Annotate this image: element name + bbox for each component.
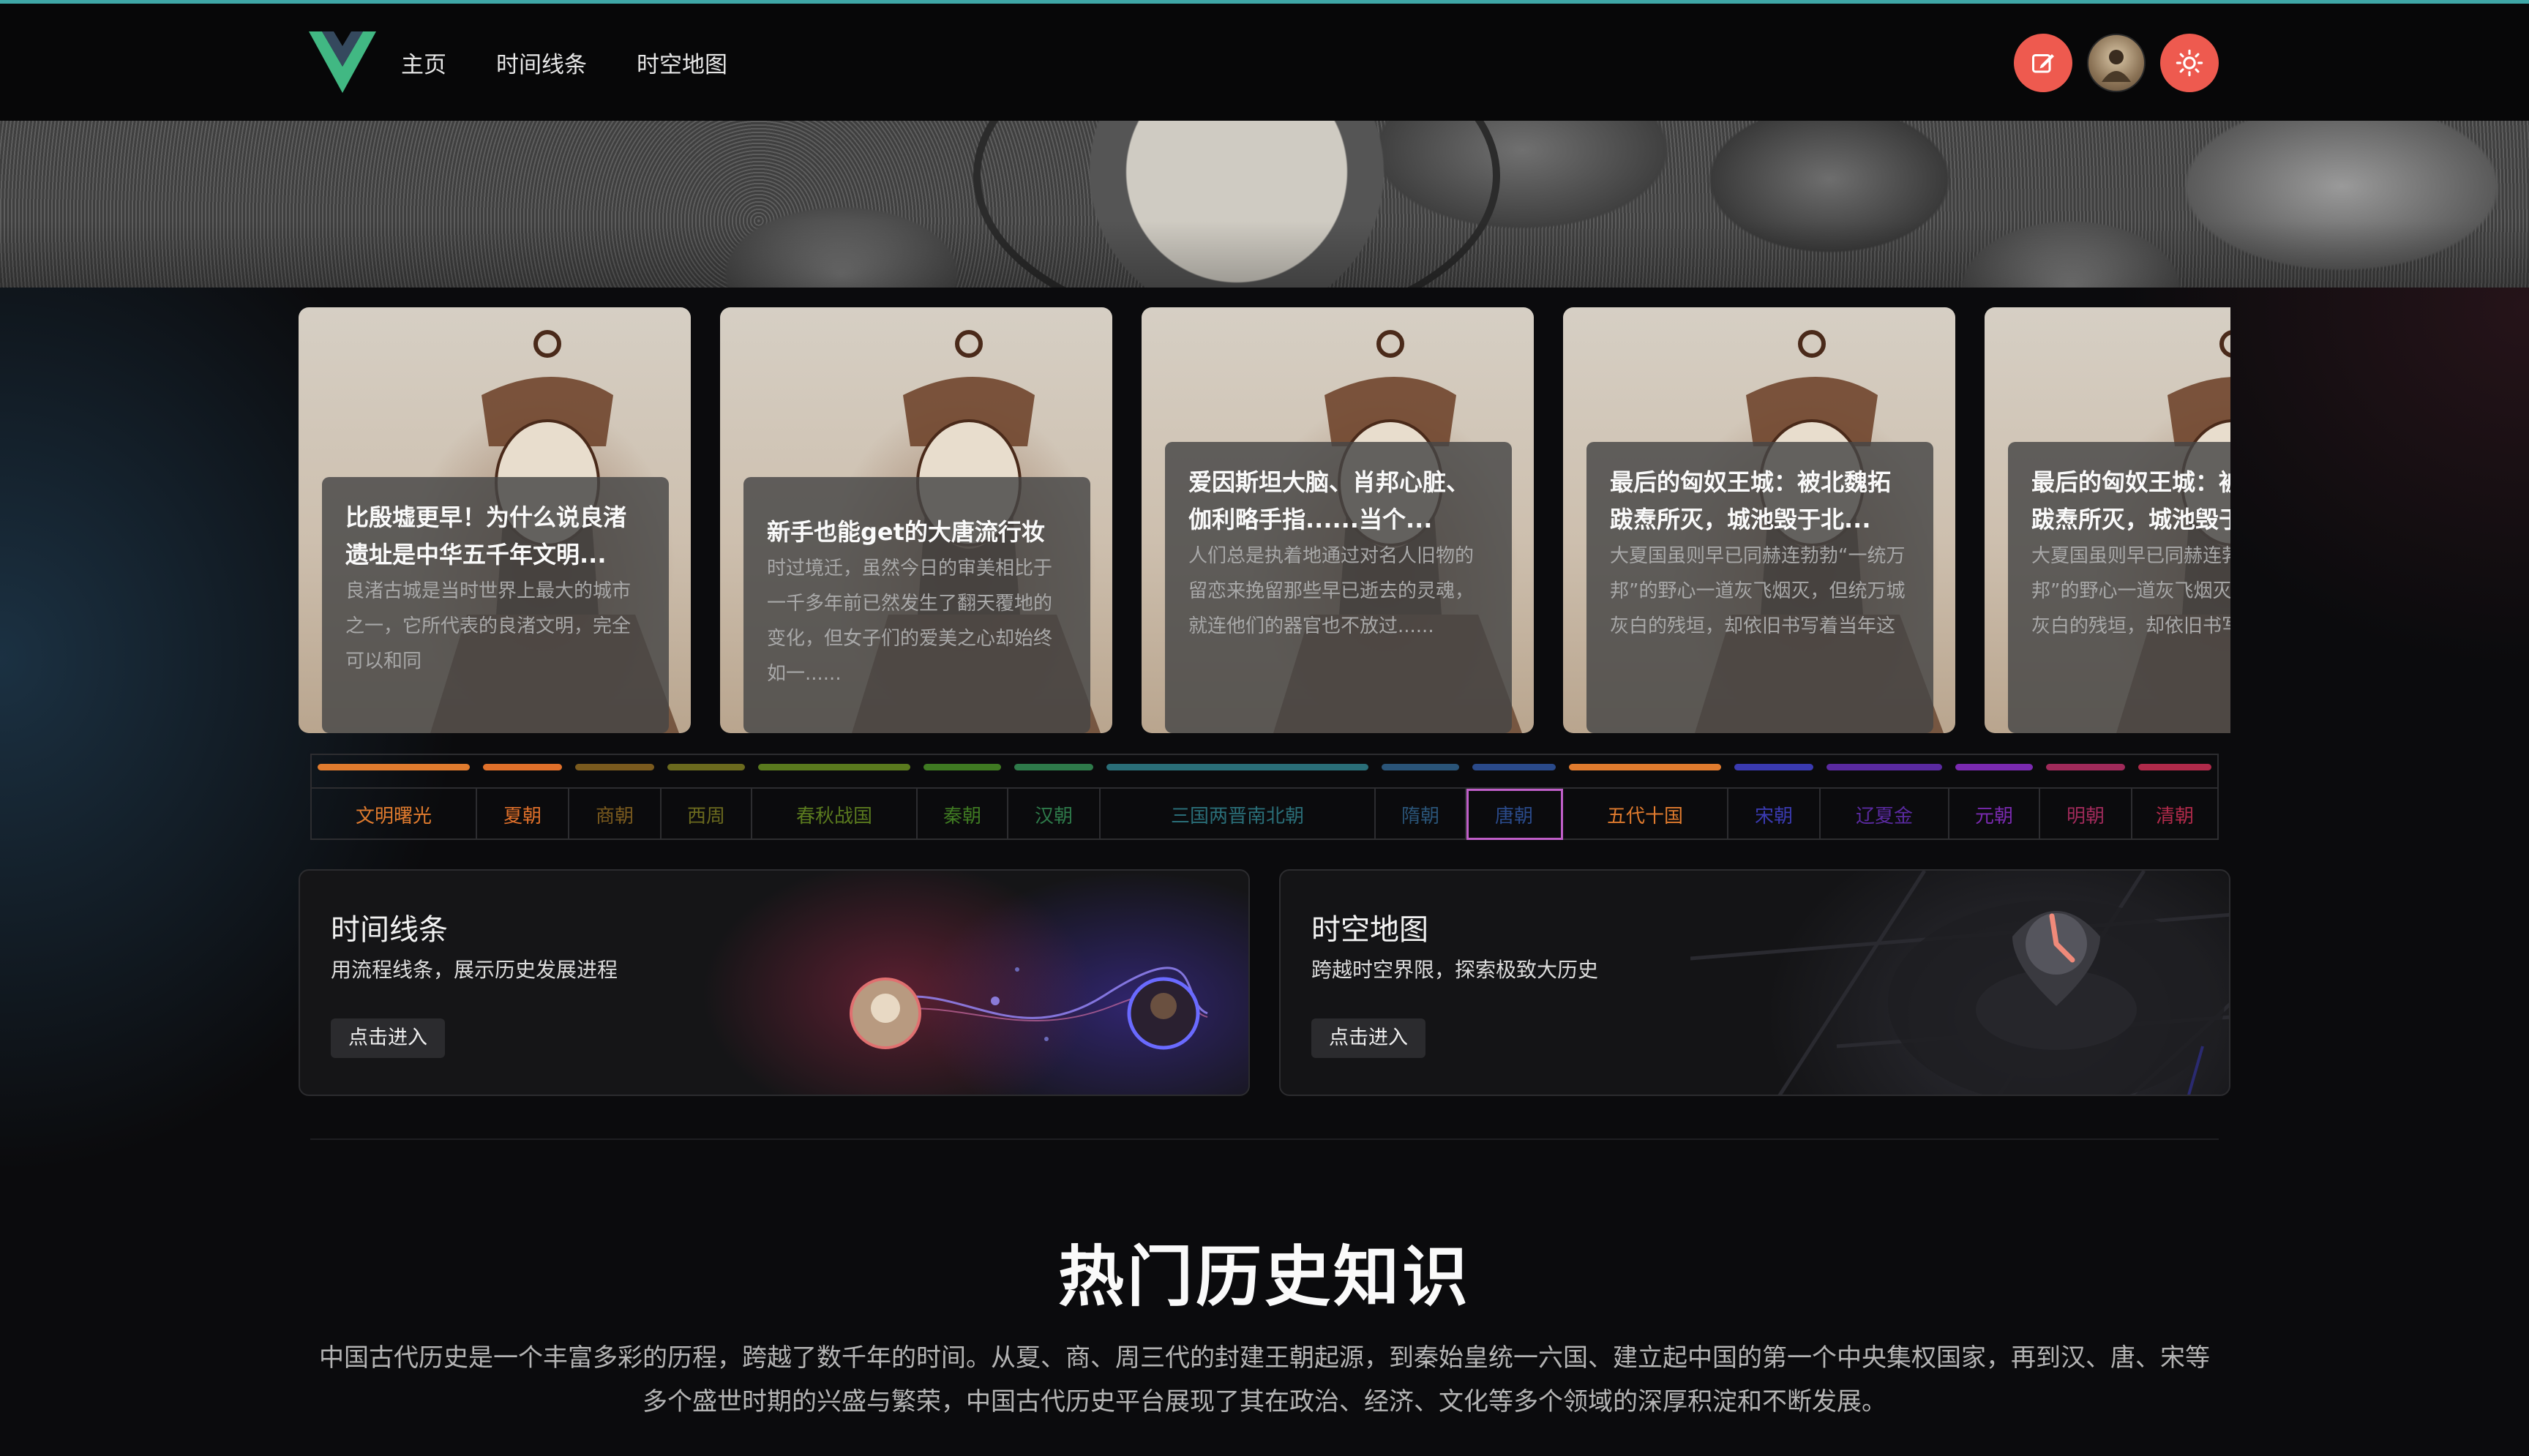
user-avatar[interactable] [2087, 34, 2146, 92]
main-nav: 主页 时间线条 时空地图 [401, 4, 777, 121]
feature-desc: 跨越时空界限，探索极致大历史 [1311, 958, 1599, 982]
nav-timeline[interactable]: 时间线条 [496, 46, 587, 79]
dynasty-tab[interactable]: 五代十国 [1563, 764, 1728, 840]
article-card[interactable]: 最后的匈奴王城：被北魏拓跋焘所灭，城池毁于北... 大夏国虽则早已同赫连勃勃“一… [1985, 307, 2230, 733]
dynasty-color-bar [758, 764, 910, 770]
feature-title: 时空地图 [1311, 913, 1428, 947]
dynasty-label: 明朝 [2066, 805, 2105, 828]
dynasty-label: 三国两晋南北朝 [1170, 805, 1304, 828]
dynasty-tab[interactable]: 文明曙光 [312, 764, 477, 840]
dynasty-tab[interactable]: 辽夏金 [1821, 764, 1949, 840]
dynasty-label: 秦朝 [943, 805, 981, 828]
dynasty-tab[interactable]: 商朝 [569, 764, 662, 840]
dynasty-label: 辽夏金 [1855, 805, 1913, 828]
dynasty-label: 春秋战国 [795, 805, 872, 828]
dynasty-label: 唐朝 [1494, 805, 1533, 828]
dynasty-label: 商朝 [595, 805, 634, 828]
dynasty-color-bar [2046, 764, 2125, 770]
dynasty-tab[interactable]: 元朝 [1949, 764, 2040, 840]
article-card[interactable]: 最后的匈奴王城：被北魏拓跋焘所灭，城池毁于北... 大夏国虽则早已同赫连勃勃“一… [1563, 307, 1955, 733]
article-card[interactable]: 新手也能get的大唐流行妆 时过境迁，虽然今日的审美相比于一千多年前已然发生了翻… [720, 307, 1112, 733]
dynasty-tab[interactable]: 春秋战国 [752, 764, 918, 840]
timeline-feature-card[interactable]: 时间线条 用流程线条，展示历史发展进程 点击进入 [299, 869, 1250, 1096]
feature-desc: 用流程线条，展示历史发展进程 [331, 958, 618, 982]
card-desc: 时过境迁，虽然今日的审美相比于一千多年前已然发生了翻天覆地的变化，但女子们的爱美… [767, 558, 1053, 685]
card-title: 比殷墟更早！为什么说良渚遗址是中华五千年文明... [345, 503, 627, 568]
dynasty-tab[interactable]: 三国两晋南北朝 [1101, 764, 1376, 840]
dynasty-label: 西周 [686, 805, 725, 828]
article-card[interactable]: 爱因斯坦大脑、肖邦心脏、伽利略手指......当个... 人们总是执着地通过对名… [1142, 307, 1534, 733]
dynasty-label: 元朝 [1974, 805, 2013, 828]
edit-icon [2032, 54, 2054, 73]
dynasty-tab[interactable]: 明朝 [2040, 764, 2132, 840]
dynasty-color-bar [575, 764, 654, 770]
card-title: 最后的匈奴王城：被北魏拓跋焘所灭，城池毁于北... [2031, 468, 2230, 533]
dynasty-tab[interactable]: 夏朝 [477, 764, 569, 840]
nav-home[interactable]: 主页 [401, 46, 446, 79]
dynasty-color-bar [1106, 764, 1368, 770]
dynasty-label: 夏朝 [503, 805, 542, 828]
map-feature-card[interactable]: 时空地图 跨越时空界限，探索极致大历史 点击进入 [1279, 869, 2230, 1096]
map-enter-button[interactable]: 点击进入 [1311, 1018, 1425, 1058]
map-illustration [1690, 871, 2229, 1095]
dynasty-label: 汉朝 [1034, 805, 1073, 828]
hot-section-title: 热门历史知识 [1058, 1239, 1471, 1316]
article-carousel: 比殷墟更早！为什么说良渚遗址是中华五千年文明... 良渚古城是当时世界上最大的城… [299, 307, 2230, 733]
dynasty-color-bar [923, 764, 1001, 770]
dynasty-color-bar [483, 764, 562, 770]
card-title: 最后的匈奴王城：被北魏拓跋焘所灭，城池毁于北... [1610, 468, 1892, 533]
dynasty-color-bar [1382, 764, 1459, 770]
dynasty-tab[interactable]: 宋朝 [1728, 764, 1821, 840]
card-overlay: 新手也能get的大唐流行妆 时过境迁，虽然今日的审美相比于一千多年前已然发生了翻… [743, 477, 1090, 733]
vue-logo-icon[interactable] [309, 31, 376, 93]
page: { "nav": { "items": ["主页", "时间线条", "时空地图… [0, 0, 2529, 1456]
dynasty-label: 隋朝 [1401, 805, 1439, 828]
timeline-enter-button[interactable]: 点击进入 [331, 1018, 445, 1058]
dynasty-color-bar [1472, 764, 1556, 770]
dynasty-color-bar [1014, 764, 1093, 770]
card-overlay: 比殷墟更早！为什么说良渚遗址是中华五千年文明... 良渚古城是当时世界上最大的城… [322, 477, 669, 733]
dynasty-color-bar [1955, 764, 2033, 770]
card-overlay: 最后的匈奴王城：被北魏拓跋焘所灭，城池毁于北... 大夏国虽则早已同赫连勃勃“一… [2008, 442, 2230, 733]
dynasty-tabs: 文明曙光 夏朝 商朝 西周 春秋战国 秦朝 汉朝 三国两晋南北朝 隋朝 唐朝 五… [312, 764, 2217, 840]
card-overlay: 最后的匈奴王城：被北魏拓跋焘所灭，城池毁于北... 大夏国虽则早已同赫连勃勃“一… [1586, 442, 1933, 733]
dynasty-tab[interactable]: 汉朝 [1008, 764, 1101, 840]
timeline-illustration [850, 967, 1208, 1050]
card-desc: 大夏国虽则早已同赫连勃勃“一统万邦”的野心一道灰飞烟灭，但统万城灰白的残垣，却依… [1610, 545, 1906, 637]
dynasty-color-bar [1569, 764, 1721, 770]
card-desc: 大夏国虽则早已同赫连勃勃“一统万邦”的野心一道灰飞烟灭，但统万城灰白的残垣，却依… [2031, 545, 2230, 637]
dynasty-color-bar [667, 764, 745, 770]
dynasty-color-bar [1826, 764, 1942, 770]
card-desc: 良渚古城是当时世界上最大的城市之一，它所代表的良渚文明，完全可以和同 [345, 580, 632, 672]
hero-banner-image [0, 121, 2529, 288]
card-overlay: 爱因斯坦大脑、肖邦心脏、伽利略手指......当个... 人们总是执着地通过对名… [1165, 442, 1512, 733]
dynasty-tab[interactable]: 隋朝 [1376, 764, 1466, 840]
section-divider [310, 1138, 2219, 1140]
dynasty-label: 清朝 [2155, 805, 2194, 828]
dynasty-timeline-bar: 文明曙光 夏朝 商朝 西周 春秋战国 秦朝 汉朝 三国两晋南北朝 隋朝 唐朝 五… [310, 754, 2219, 840]
theme-toggle-button[interactable] [2160, 34, 2219, 92]
feature-title: 时间线条 [331, 913, 448, 947]
dynasty-color-bar [1734, 764, 1813, 770]
dynasty-tab[interactable]: 西周 [662, 764, 752, 840]
top-header: 主页 时间线条 时空地图 [0, 4, 2529, 121]
avatar-figure-icon [2102, 50, 2131, 82]
dynasty-tab[interactable]: 唐朝 [1466, 764, 1563, 840]
dynasty-label: 五代十国 [1606, 805, 1683, 828]
edit-button[interactable] [2014, 34, 2072, 92]
dynasty-label: 文明曙光 [355, 805, 432, 828]
article-card[interactable]: 比殷墟更早！为什么说良渚遗址是中华五千年文明... 良渚古城是当时世界上最大的城… [299, 307, 691, 733]
dynasty-tab[interactable]: 清朝 [2132, 764, 2217, 840]
dynasty-color-bar [2138, 764, 2211, 770]
nav-map[interactable]: 时空地图 [637, 46, 727, 79]
dynasty-label: 宋朝 [1754, 805, 1793, 828]
card-title: 新手也能get的大唐流行妆 [767, 518, 1045, 546]
sun-icon [2176, 49, 2203, 77]
card-desc: 人们总是执着地通过对名人旧物的留恋来挽留那些早已逝去的灵魂，就连他们的器官也不放… [1188, 545, 1475, 637]
hot-section-desc: 中国古代历史是一个丰富多彩的历程，跨越了数千年的时间。从夏、商、周三代的封建王朝… [319, 1343, 2210, 1416]
dynasty-tab[interactable]: 秦朝 [918, 764, 1008, 840]
dynasty-color-bar [318, 764, 470, 770]
card-title: 爱因斯坦大脑、肖邦心脏、伽利略手指......当个... [1188, 468, 1470, 533]
